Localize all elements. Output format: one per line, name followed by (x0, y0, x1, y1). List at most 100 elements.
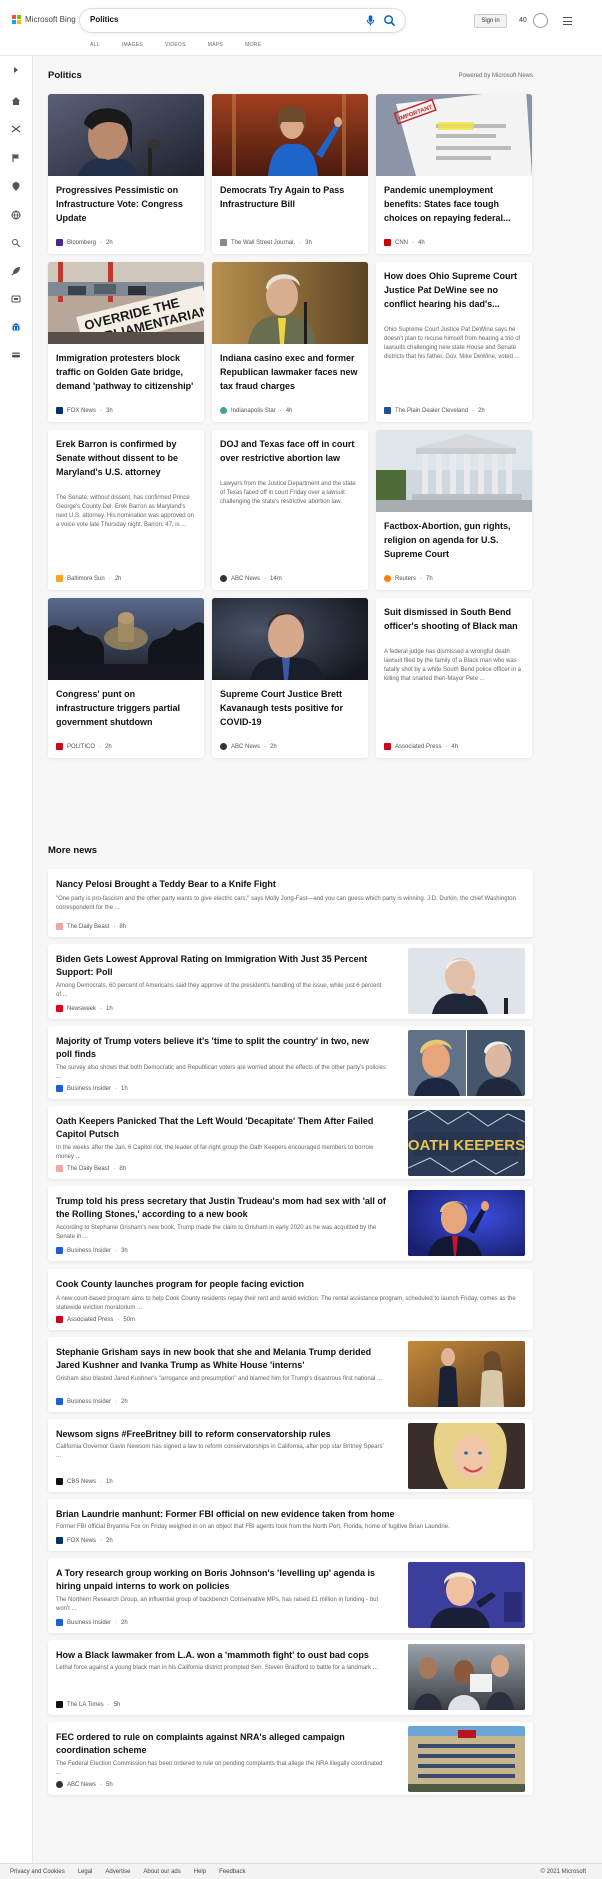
copyright: © 2021 Microsoft (540, 1869, 586, 1875)
news-card[interactable]: Democrats Try Again to Pass Infrastructu… (212, 94, 368, 254)
news-card[interactable]: OVERRIDE THE PARLIAMENTARIAN Immigration… (48, 262, 204, 422)
news-list-item[interactable]: Nancy Pelosi Brought a Teddy Bear to a K… (48, 869, 533, 937)
news-list-item[interactable]: Majority of Trump voters believe it's 't… (48, 1026, 533, 1099)
news-title[interactable]: Stephanie Grisham says in new book that … (56, 1346, 386, 1372)
subnav-all[interactable]: ALL (90, 42, 100, 48)
news-title[interactable]: FEC ordered to rule on complaints agains… (56, 1731, 386, 1757)
daily-beast-logo-icon (56, 1165, 63, 1172)
news-title[interactable]: Biden Gets Lowest Approval Rating on Imm… (56, 953, 386, 979)
search-input[interactable]: Politics (90, 15, 118, 24)
card-title[interactable]: Pandemic unemployment benefits: States f… (384, 183, 524, 225)
news-list-item[interactable]: Newsom signs #FreeBritney bill to reform… (48, 1419, 533, 1492)
hamburger-menu-icon[interactable] (563, 17, 572, 25)
microphone-icon[interactable] (364, 14, 377, 27)
news-source: Newsweek · 1h (56, 1005, 113, 1012)
card-source: The Plain Dealer Cleveland · 2h (384, 407, 485, 414)
subnav-images[interactable]: IMAGES (122, 42, 143, 48)
footer-link-privacy[interactable]: Privacy and Cookies (10, 1869, 65, 1875)
news-title[interactable]: Newsom signs #FreeBritney bill to reform… (56, 1428, 386, 1441)
news-title[interactable]: Brian Laundrie manhunt: Former FBI offic… (56, 1508, 521, 1521)
card-title[interactable]: How does Ohio Supreme Court Justice Pat … (384, 269, 524, 311)
subnav-maps[interactable]: MAPS (208, 42, 223, 48)
la-times-logo-icon (56, 1701, 63, 1708)
footer-link-help[interactable]: Help (194, 1869, 206, 1875)
card-title[interactable]: Immigration protesters block traffic on … (56, 351, 196, 393)
rewards-points[interactable]: 40 (519, 17, 527, 24)
news-title[interactable]: Majority of Trump voters believe it's 't… (56, 1035, 386, 1061)
bing-logo[interactable]: Microsoft Bing (12, 15, 76, 24)
science-icon[interactable] (9, 236, 23, 250)
bank-icon[interactable] (9, 320, 23, 334)
news-title[interactable]: Trump told his press secretary that Just… (56, 1195, 386, 1221)
sign-in-button[interactable]: Sign in (474, 14, 507, 28)
card-title[interactable]: Suit dismissed in South Bend officer's s… (384, 605, 524, 633)
news-card[interactable]: Factbox-Abortion, gun rights, religion o… (376, 430, 532, 590)
footer-link-feedback[interactable]: Feedback (219, 1869, 245, 1875)
news-card[interactable]: Congress' punt on infrastructure trigger… (48, 598, 204, 758)
news-title[interactable]: Nancy Pelosi Brought a Teddy Bear to a K… (56, 878, 521, 891)
rewards-icon[interactable] (533, 13, 548, 28)
search-icon[interactable] (383, 14, 396, 27)
news-list-item[interactable]: How a Black lawmaker from L.A. won a 'ma… (48, 1640, 533, 1715)
card-title[interactable]: Supreme Court Justice Brett Kavanaugh te… (220, 687, 360, 729)
powered-by[interactable]: Powered by Microsoft News (459, 73, 533, 79)
card-source: Baltimore Sun · 2h (56, 575, 121, 582)
news-card[interactable]: Suit dismissed in South Bend officer's s… (376, 598, 532, 758)
brand-name: Microsoft Bing (25, 15, 76, 24)
news-card[interactable]: Indiana casino exec and former Republica… (212, 262, 368, 422)
news-list-item[interactable]: A Tory research group working on Boris J… (48, 1558, 533, 1633)
footer-link-legal[interactable]: Legal (78, 1869, 93, 1875)
ap-logo-icon (384, 743, 391, 750)
card-source: ABC News · 2h (220, 743, 277, 750)
rocket-icon[interactable] (9, 264, 23, 278)
footer-links: Privacy and Cookies Legal Advertise Abou… (10, 1869, 245, 1875)
news-title[interactable]: How a Black lawmaker from L.A. won a 'ma… (56, 1649, 386, 1662)
news-list-item[interactable]: Biden Gets Lowest Approval Rating on Imm… (48, 944, 533, 1019)
news-description: California Governor Gavin Newsom has sig… (56, 1444, 384, 1459)
fox-news-logo-icon (56, 407, 63, 414)
tv-icon[interactable] (9, 292, 23, 306)
ap-logo-icon (56, 1316, 63, 1323)
card-title[interactable]: Democrats Try Again to Pass Infrastructu… (220, 183, 360, 211)
baltimore-sun-logo-icon (56, 575, 63, 582)
footer-link-about-ads[interactable]: About our ads (143, 1869, 180, 1875)
card-title[interactable]: Indiana casino exec and former Republica… (220, 351, 360, 393)
news-list-item[interactable]: FEC ordered to rule on complaints agains… (48, 1722, 533, 1795)
news-list-item[interactable]: Stephanie Grisham says in new book that … (48, 1337, 533, 1412)
news-card[interactable]: DOJ and Texas face off in court over res… (212, 430, 368, 590)
location-icon[interactable] (9, 180, 23, 194)
news-source: Business Insider · 2h (56, 1398, 128, 1405)
footer-link-advertise[interactable]: Advertise (105, 1869, 130, 1875)
subnav-more[interactable]: MORE (245, 42, 261, 48)
globe-icon[interactable] (9, 208, 23, 222)
news-title[interactable]: A Tory research group working on Boris J… (56, 1567, 386, 1593)
news-list-item[interactable]: Oath Keepers Panicked That the Left Woul… (48, 1106, 533, 1179)
news-list-item[interactable]: Brian Laundrie manhunt: Former FBI offic… (48, 1499, 533, 1551)
news-card[interactable]: Progressives Pessimistic on Infrastructu… (48, 94, 204, 254)
card-title[interactable]: Factbox-Abortion, gun rights, religion o… (384, 519, 524, 561)
news-title[interactable]: Cook County launches program for people … (56, 1278, 521, 1291)
news-source: ABC News · 5h (56, 1781, 113, 1788)
card-title[interactable]: Progressives Pessimistic on Infrastructu… (56, 183, 196, 225)
news-list-item[interactable]: Cook County launches program for people … (48, 1269, 533, 1330)
shuffle-icon[interactable] (9, 122, 23, 136)
card-source: The Wall Street Journal. · 3h (220, 239, 312, 246)
card-icon[interactable] (9, 348, 23, 362)
subnav-videos[interactable]: VIDEOS (165, 42, 186, 48)
card-description: Lawyers from the Justice Department and … (220, 481, 356, 505)
card-image (48, 598, 204, 680)
card-title[interactable]: Erek Barron is confirmed by Senate witho… (56, 437, 196, 479)
flag-icon[interactable] (9, 151, 23, 165)
search-box[interactable]: Politics (80, 9, 405, 32)
news-card[interactable]: Supreme Court Justice Brett Kavanaugh te… (212, 598, 368, 758)
news-card[interactable]: Erek Barron is confirmed by Senate witho… (48, 430, 204, 590)
news-list-item[interactable]: Trump told his press secretary that Just… (48, 1186, 533, 1261)
news-card[interactable]: IMPORTANT Pandemic unemployment benefits… (376, 94, 532, 254)
card-title[interactable]: DOJ and Texas face off in court over res… (220, 437, 360, 465)
news-card[interactable]: How does Ohio Supreme Court Justice Pat … (376, 262, 532, 422)
home-icon[interactable] (9, 94, 23, 108)
expand-icon[interactable] (9, 63, 23, 77)
card-source: Bloomberg · 2h (56, 239, 113, 246)
card-title[interactable]: Congress' punt on infrastructure trigger… (56, 687, 196, 729)
news-title[interactable]: Oath Keepers Panicked That the Left Woul… (56, 1115, 386, 1141)
